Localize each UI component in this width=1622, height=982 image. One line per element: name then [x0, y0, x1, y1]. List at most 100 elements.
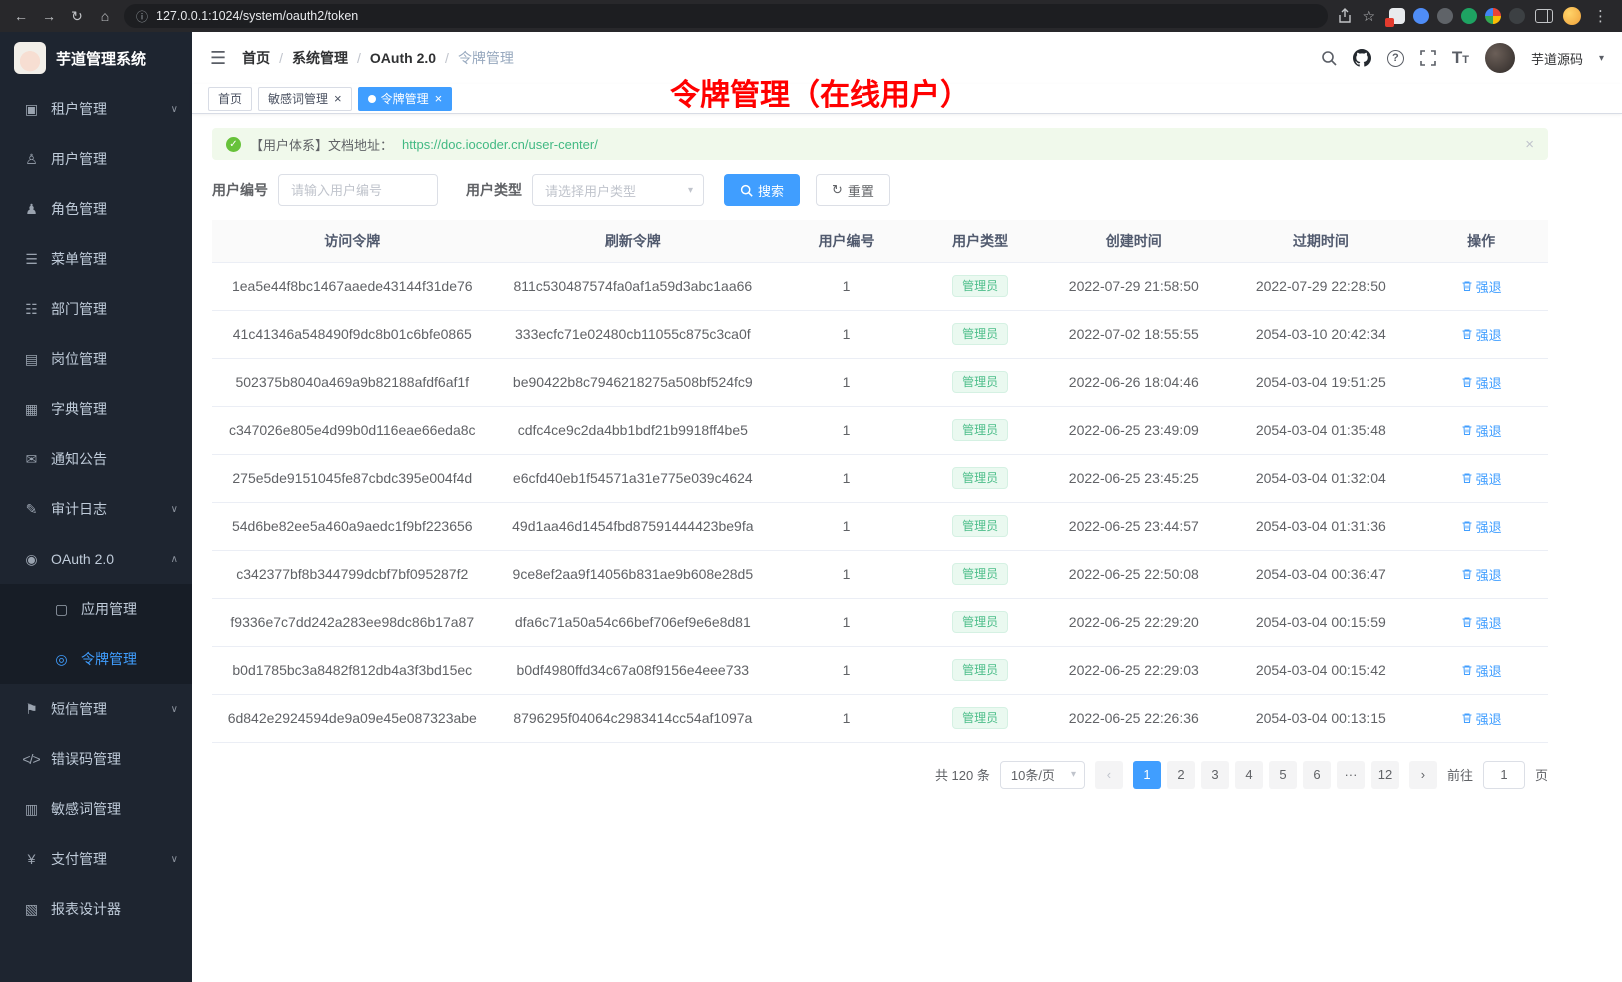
page-button[interactable]: 1	[1133, 761, 1161, 789]
tab-home[interactable]: 首页	[208, 87, 252, 111]
extension-icon[interactable]	[1461, 8, 1477, 24]
site-info-icon[interactable]: ⓘ	[136, 8, 148, 25]
sidebar-item-dict[interactable]: ▦字典管理	[0, 384, 192, 434]
sidebar-item-sensitive-word[interactable]: ▥敏感词管理	[0, 784, 192, 834]
sidebar-item-label: 令牌管理	[81, 649, 137, 669]
force-logout-button[interactable]: 强退	[1461, 277, 1502, 296]
role-icon: ♟	[20, 201, 42, 218]
alert-close-icon[interactable]: ×	[1525, 136, 1534, 153]
create-time-cell: 2022-07-29 21:58:50	[1040, 262, 1227, 310]
sidebar-item-user[interactable]: ♙用户管理	[0, 134, 192, 184]
force-logout-label: 强退	[1476, 373, 1502, 392]
page-button[interactable]: 4	[1235, 761, 1263, 789]
sidebar-collapse-icon[interactable]: ☰	[210, 48, 226, 69]
page-button[interactable]: 12	[1371, 761, 1399, 789]
force-logout-button[interactable]: 强退	[1461, 421, 1502, 440]
github-icon[interactable]	[1353, 49, 1371, 67]
sidebar-item-dept[interactable]: ☷部门管理	[0, 284, 192, 334]
browser-profile-avatar[interactable]	[1563, 7, 1581, 25]
address-bar[interactable]: ⓘ 127.0.0.1:1024/system/oauth2/token	[124, 4, 1328, 28]
user-type-label: 用户类型	[466, 180, 522, 200]
force-logout-button[interactable]: 强退	[1461, 325, 1502, 344]
force-logout-button[interactable]: 强退	[1461, 661, 1502, 680]
tab-close-icon[interactable]: ×	[334, 92, 342, 105]
create-time-cell: 2022-06-25 22:50:08	[1040, 550, 1227, 598]
sidebar-item-tenant[interactable]: ▣租户管理∨	[0, 84, 192, 134]
browser-forward-icon[interactable]: →	[40, 8, 58, 24]
share-icon[interactable]	[1338, 8, 1352, 24]
search-icon[interactable]	[1321, 50, 1337, 66]
search-button[interactable]: 搜索	[724, 174, 800, 206]
username[interactable]: 芋道源码	[1531, 49, 1583, 68]
fullscreen-icon[interactable]	[1420, 50, 1436, 66]
refresh-token-cell: 9ce8ef2aa9f14056b831ae9b608e28d5	[493, 550, 774, 598]
create-time-cell: 2022-07-02 18:55:55	[1040, 310, 1227, 358]
sidebar-item-notice[interactable]: ✉通知公告	[0, 434, 192, 484]
sidebar-item-role[interactable]: ♟角色管理	[0, 184, 192, 234]
page-size-select[interactable]: 10条/页 ▾	[1000, 761, 1085, 789]
browser-menu-icon[interactable]: ⋮	[1591, 7, 1610, 25]
refresh-icon: ↻	[832, 182, 843, 198]
app-logo-bar[interactable]: 芋道管理系统	[0, 32, 192, 84]
pagination-next-button[interactable]: ›	[1409, 761, 1437, 789]
sidebar-item-sms[interactable]: ⚑短信管理∨	[0, 684, 192, 734]
user-type-tag: 管理员	[952, 371, 1008, 393]
extension-icon[interactable]	[1413, 8, 1429, 24]
force-logout-button[interactable]: 强退	[1461, 373, 1502, 392]
font-size-icon[interactable]: TT	[1452, 48, 1469, 68]
reset-button[interactable]: ↻ 重置	[816, 174, 890, 206]
sidebar-item-post[interactable]: ▤岗位管理	[0, 334, 192, 384]
force-logout-button[interactable]: 强退	[1461, 613, 1502, 632]
delete-icon	[1461, 568, 1473, 580]
sidebar-item-menu[interactable]: ☰菜单管理	[0, 234, 192, 284]
user-type-select[interactable]: 请选择用户类型 ▾	[532, 174, 704, 206]
sidebar-item-oauth2[interactable]: ◉OAuth 2.0∧	[0, 534, 192, 584]
table-row: c342377bf8b344799dcbf7bf095287f29ce8ef2a…	[212, 550, 1548, 598]
force-logout-button[interactable]: 强退	[1461, 565, 1502, 584]
user-id-input[interactable]	[278, 174, 438, 206]
tab-token[interactable]: 令牌管理×	[358, 87, 453, 111]
sidebar-item-token[interactable]: ◎令牌管理	[0, 634, 192, 684]
force-logout-button[interactable]: 强退	[1461, 709, 1502, 728]
column-header: 操作	[1414, 220, 1548, 262]
breadcrumb-item[interactable]: 首页	[242, 48, 270, 68]
tab-sensitive-word[interactable]: 敏感词管理×	[258, 87, 352, 111]
pagination-more-button[interactable]: ···	[1337, 761, 1365, 789]
sidebar-item-pay[interactable]: ¥支付管理∨	[0, 834, 192, 884]
table-row: f9336e7c7dd242a283ee98dc86b17a87dfa6c71a…	[212, 598, 1548, 646]
browser-reload-icon[interactable]: ↻	[68, 8, 86, 25]
page-button[interactable]: 6	[1303, 761, 1331, 789]
sidebar-item-app[interactable]: ▢应用管理	[0, 584, 192, 634]
pagination-prev-button[interactable]: ‹	[1095, 761, 1123, 789]
browser-back-icon[interactable]: ←	[12, 8, 30, 24]
dept-icon: ☷	[20, 301, 42, 318]
extensions-cluster	[1389, 8, 1525, 24]
sidebar-item-error-code[interactable]: </>错误码管理	[0, 734, 192, 784]
force-logout-button[interactable]: 强退	[1461, 469, 1502, 488]
create-time-cell: 2022-06-25 23:44:57	[1040, 502, 1227, 550]
page-button[interactable]: 2	[1167, 761, 1195, 789]
user-type-cell: 管理员	[920, 406, 1040, 454]
extension-icon[interactable]	[1389, 8, 1405, 24]
split-screen-icon[interactable]	[1535, 9, 1553, 23]
extension-icon[interactable]	[1509, 8, 1525, 24]
main-area: 令牌管理（在线用户） ☰ 首页/系统管理/OAuth 2.0/令牌管理 ? TT…	[192, 32, 1622, 982]
sidebar-item-audit-log[interactable]: ✎审计日志∨	[0, 484, 192, 534]
browser-home-icon[interactable]: ⌂	[96, 8, 114, 24]
sidebar-item-label: 短信管理	[51, 699, 107, 719]
table-row: 6d842e2924594de9a09e45e087323abe8796295f…	[212, 694, 1548, 742]
extension-icon[interactable]	[1485, 8, 1501, 24]
action-cell: 强退	[1414, 454, 1548, 502]
doc-link[interactable]: https://doc.iocoder.cn/user-center/	[402, 137, 598, 152]
user-avatar[interactable]	[1485, 43, 1515, 73]
page-button[interactable]: 3	[1201, 761, 1229, 789]
goto-page-input[interactable]	[1483, 761, 1525, 789]
help-icon[interactable]: ?	[1387, 50, 1404, 67]
sidebar-item-report-designer[interactable]: ▧报表设计器	[0, 884, 192, 934]
page-button[interactable]: 5	[1269, 761, 1297, 789]
extension-icon[interactable]	[1437, 8, 1453, 24]
tab-close-icon[interactable]: ×	[435, 92, 443, 105]
bookmark-star-icon[interactable]: ☆	[1362, 8, 1375, 25]
force-logout-button[interactable]: 强退	[1461, 517, 1502, 536]
delete-icon	[1461, 424, 1473, 436]
